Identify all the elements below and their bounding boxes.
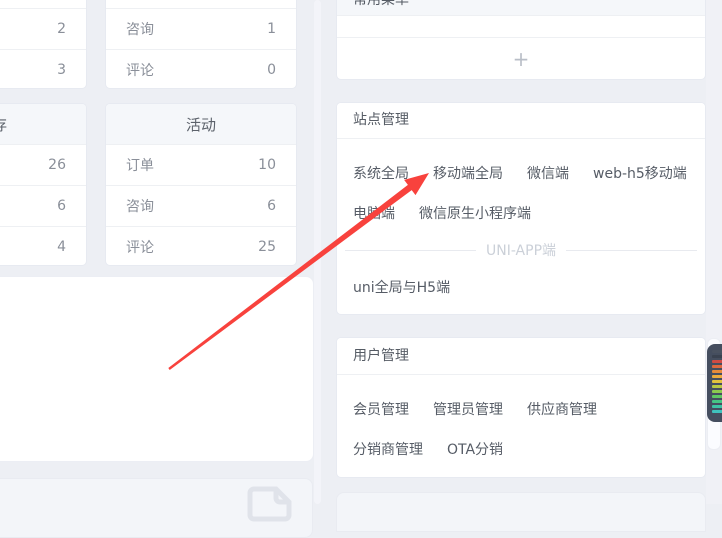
color-palette-widget[interactable] xyxy=(707,344,722,422)
link-member-management[interactable]: 会员管理 xyxy=(353,399,409,419)
stat-value: 25 xyxy=(258,239,276,255)
site-management-panel: 站点管理 系统全局 移动端全局 微信端 web-h5移动端 电脑端 微信原生小程… xyxy=(336,102,706,315)
stat-value: 2 xyxy=(57,21,66,37)
panel-title: 站点管理 xyxy=(353,112,409,128)
table-row xyxy=(106,0,296,8)
stat-value: 0 xyxy=(267,62,276,78)
add-menu-button[interactable]: + xyxy=(337,37,705,79)
stat-table-mid-top: 咨询 1 评论 0 xyxy=(105,0,297,89)
uniapp-divider: UNI-APP端 xyxy=(345,233,697,267)
stat-table-header-text: 存 xyxy=(0,114,7,135)
color-stripe xyxy=(712,365,722,368)
stat-table-header-text: 活动 xyxy=(186,114,216,135)
color-stripe xyxy=(712,385,722,388)
site-links-row-3: uni全局与H5端 xyxy=(353,267,689,307)
table-row: 咨询 1 xyxy=(106,8,296,49)
link-mobile-global[interactable]: 移动端全局 xyxy=(433,163,503,183)
link-uni-global-h5[interactable]: uni全局与H5端 xyxy=(353,277,450,297)
document-icon xyxy=(247,482,295,522)
link-system-global[interactable]: 系统全局 xyxy=(353,163,409,183)
stat-label: 评论 xyxy=(126,237,154,257)
color-stripe xyxy=(712,375,722,378)
link-supplier-management[interactable]: 供应商管理 xyxy=(527,399,597,419)
stat-table-header: 存 xyxy=(0,104,86,145)
site-links-row-2: 电脑端 微信原生小程序端 xyxy=(353,193,689,233)
link-web-h5-mobile[interactable]: web-h5移动端 xyxy=(593,163,687,183)
stat-table-header: 活动 xyxy=(106,104,296,145)
quick-menu-panel: 常用菜单 + xyxy=(336,0,706,80)
user-management-panel: 用户管理 会员管理 管理员管理 供应商管理 分销商管理 OTA分销 xyxy=(336,337,706,478)
empty-content-panel xyxy=(0,276,314,462)
panel-header: 站点管理 xyxy=(337,103,705,139)
stat-value: 6 xyxy=(267,198,276,214)
stat-table-left-top: 2 3 xyxy=(0,0,87,89)
color-stripe xyxy=(712,370,722,373)
stat-label: 咨询 xyxy=(126,196,154,216)
stat-label: 订单 xyxy=(126,155,154,175)
table-row xyxy=(0,0,86,8)
table-row: 评论 0 xyxy=(106,49,296,89)
panel-header: 用户管理 xyxy=(337,338,705,375)
color-stripe xyxy=(712,390,722,393)
site-links: 系统全局 移动端全局 微信端 web-h5移动端 电脑端 微信原生小程序端 UN… xyxy=(337,139,705,307)
color-stripe xyxy=(712,395,722,398)
color-stripe xyxy=(712,355,722,358)
divider-label: UNI-APP端 xyxy=(486,240,556,260)
table-row: 3 xyxy=(0,49,86,89)
stat-value: 3 xyxy=(57,62,66,78)
table-row: 2 xyxy=(0,8,86,49)
bottom-left-panel xyxy=(0,478,313,538)
user-links-row-1: 会员管理 管理员管理 供应商管理 xyxy=(353,389,689,429)
color-stripe xyxy=(712,350,722,353)
link-admin-management[interactable]: 管理员管理 xyxy=(433,399,503,419)
link-wechat-miniprogram[interactable]: 微信原生小程序端 xyxy=(419,203,531,223)
color-stripe xyxy=(712,400,722,403)
user-links: 会员管理 管理员管理 供应商管理 分销商管理 OTA分销 xyxy=(337,375,705,469)
color-stripe xyxy=(712,410,722,413)
divider-line xyxy=(345,250,476,251)
color-stripe xyxy=(712,360,722,363)
table-row: 评论 25 xyxy=(106,226,296,266)
color-stripe xyxy=(712,405,722,408)
stat-value: 26 xyxy=(48,157,66,173)
stat-label: 咨询 xyxy=(126,19,154,39)
user-links-row-2: 分销商管理 OTA分销 xyxy=(353,429,689,469)
stat-table-left-bottom: 存 26 6 4 xyxy=(0,103,87,266)
table-row: 咨询 6 xyxy=(106,185,296,226)
stat-label: 评论 xyxy=(126,60,154,80)
stat-value: 4 xyxy=(57,239,66,255)
panel-header: 常用菜单 xyxy=(337,0,705,16)
color-stripe xyxy=(712,380,722,383)
stat-value: 10 xyxy=(258,157,276,173)
table-row: 6 xyxy=(0,185,86,226)
table-row: 订单 10 xyxy=(106,145,296,185)
panel-title: 常用菜单 xyxy=(353,0,409,8)
link-pc[interactable]: 电脑端 xyxy=(353,203,395,223)
link-distributor-management[interactable]: 分销商管理 xyxy=(353,439,423,459)
dashboard-page: { "colors": { "page_bg": "#edeff4", "acc… xyxy=(0,0,722,504)
link-ota-distribution[interactable]: OTA分销 xyxy=(447,439,503,459)
stat-value: 6 xyxy=(57,198,66,214)
link-wechat[interactable]: 微信端 xyxy=(527,163,569,183)
stat-value: 1 xyxy=(267,21,276,37)
stat-table-activity: 活动 订单 10 咨询 6 评论 25 xyxy=(105,103,297,266)
site-links-row-1: 系统全局 移动端全局 微信端 web-h5移动端 xyxy=(353,153,689,193)
plus-icon: + xyxy=(513,47,530,71)
table-row: 4 xyxy=(0,226,86,266)
panel-title: 用户管理 xyxy=(353,348,409,364)
left-scrollbar-track[interactable] xyxy=(314,0,321,504)
table-row: 26 xyxy=(0,145,86,185)
divider-line xyxy=(566,250,697,251)
next-panel-sliver xyxy=(336,492,706,532)
